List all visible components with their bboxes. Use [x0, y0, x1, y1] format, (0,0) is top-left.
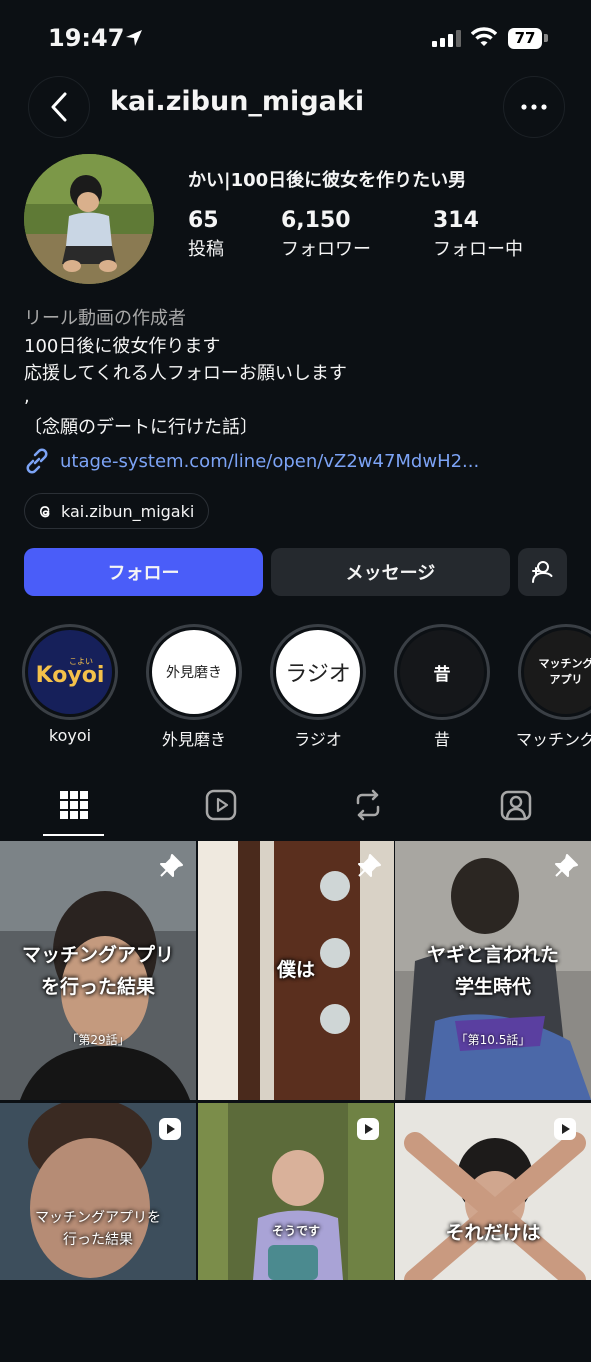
pin-icon: [553, 853, 579, 879]
profile-avatar[interactable]: [24, 154, 154, 284]
reels-icon: [205, 789, 237, 821]
post-3-subtitle: 「第10.5話」: [395, 1031, 591, 1048]
highlight-past-label: 昔: [382, 726, 502, 750]
follow-button[interactable]: フォロー: [24, 548, 263, 596]
profile-category: リール動画の作成者: [24, 304, 186, 330]
highlight-appearance-label: 外見磨き: [134, 726, 254, 750]
bio-line-4: 〔念願のデートに行けた話〕: [24, 413, 258, 439]
highlight-appearance[interactable]: 外見磨き: [146, 624, 242, 720]
highlight-koyoi-cover: こよい Koyoi: [28, 630, 112, 714]
wifi-icon: [471, 26, 497, 48]
tab-tagged[interactable]: [497, 786, 535, 824]
post-1-title: マッチングアプリ を行った結果: [0, 939, 196, 1003]
profile-link[interactable]: utage-system.com/line/open/vZ2w47MdwH2..…: [24, 448, 479, 474]
threads-handle: kai.zibun_migaki: [61, 502, 194, 521]
highlight-matching-cover: マッチング アプリ: [524, 630, 591, 714]
highlight-appearance-cover: 外見磨き: [152, 630, 236, 714]
pin-icon: [158, 853, 184, 879]
stat-following-count: 314: [433, 208, 523, 233]
highlight-koyoi-label: koyoi: [10, 726, 130, 745]
stat-followers-label: フォロワー: [281, 235, 371, 261]
active-tab-indicator: [43, 834, 104, 836]
location-arrow-icon: [124, 28, 144, 48]
highlight-past-cover: 昔: [400, 630, 484, 714]
message-button[interactable]: メッセージ: [271, 548, 510, 596]
stat-followers-count: 6,150: [281, 208, 371, 233]
header-username: kai.zibun_migaki: [110, 86, 364, 117]
cellular-signal-icon: [432, 30, 461, 47]
bio-line-2: 応援してくれる人フォローお願いします: [24, 359, 347, 385]
highlight-koyoi[interactable]: こよい Koyoi: [22, 624, 118, 720]
highlight-radio-label: ラジオ: [258, 726, 378, 750]
stat-posts-label: 投稿: [188, 235, 224, 261]
highlight-past[interactable]: 昔: [394, 624, 490, 720]
post-2-title: 僕は: [198, 954, 394, 986]
post-1-subtitle: 「第29話」: [0, 1031, 196, 1048]
more-horizontal-icon: [521, 104, 547, 110]
more-options-button[interactable]: [503, 76, 565, 138]
highlight-radio-cover-text: ラジオ: [285, 656, 351, 688]
battery-tip: [544, 34, 548, 42]
grid-post-5[interactable]: そうです: [198, 1103, 394, 1362]
threads-icon: [37, 503, 53, 519]
stat-following-label: フォロー中: [433, 235, 523, 261]
highlight-radio[interactable]: ラジオ: [270, 624, 366, 720]
status-time: 19:47: [48, 24, 124, 52]
tab-reposts[interactable]: [349, 786, 387, 824]
highlight-koyoi-cover-text: Koyoi: [36, 663, 105, 688]
highlight-appearance-cover-text: 外見磨き: [166, 662, 222, 682]
reposts-icon: [353, 789, 383, 821]
bio-line-3: ,: [24, 386, 30, 407]
threads-badge[interactable]: kai.zibun_migaki: [24, 493, 209, 529]
post-3-title: ヤギと言われた 学生時代: [395, 939, 591, 1003]
chevron-left-icon: [50, 92, 68, 122]
stat-posts[interactable]: 65 投稿: [188, 208, 224, 261]
avatar-photo: [24, 154, 154, 284]
highlight-matching-cover-text: マッチング アプリ: [539, 656, 591, 688]
add-user-icon: [530, 560, 556, 584]
stat-posts-count: 65: [188, 208, 224, 233]
tab-reels[interactable]: [202, 786, 240, 824]
bio-line-1: 100日後に彼女作ります: [24, 332, 220, 358]
stat-followers[interactable]: 6,150 フォロワー: [281, 208, 371, 261]
profile-full-name: かい|100日後に彼女を作りたい男: [188, 166, 466, 192]
grid-post-1[interactable]: マッチングアプリ を行った結果 「第29話」: [0, 841, 196, 1100]
profile-link-text: utage-system.com/line/open/vZ2w47MdwH2..…: [60, 451, 479, 472]
reel-icon: [553, 1117, 577, 1141]
post-5-title: そうです: [198, 1221, 394, 1241]
highlight-past-cover-text: 昔: [434, 660, 451, 685]
pin-icon: [356, 853, 382, 879]
reel-icon: [356, 1117, 380, 1141]
suggested-users-button[interactable]: [518, 548, 567, 596]
back-button[interactable]: [28, 76, 90, 138]
grid-post-4[interactable]: マッチングアプリを 行った結果: [0, 1103, 196, 1362]
tab-posts-grid[interactable]: [55, 786, 93, 824]
grid-icon: [60, 791, 88, 819]
battery-level: 77: [508, 28, 542, 49]
highlight-radio-cover: ラジオ: [276, 630, 360, 714]
highlight-matching[interactable]: マッチング アプリ: [518, 624, 591, 720]
reel-icon: [158, 1117, 182, 1141]
stat-following[interactable]: 314 フォロー中: [433, 208, 523, 261]
grid-post-3[interactable]: ヤギと言われた 学生時代 「第10.5話」: [395, 841, 591, 1100]
post-6-title: それだけは: [395, 1217, 591, 1249]
post-4-title: マッチングアプリを 行った結果: [0, 1207, 196, 1251]
link-icon: [24, 448, 50, 474]
highlight-matching-label: マッチング: [516, 726, 591, 750]
tagged-icon: [500, 789, 532, 821]
grid-post-6[interactable]: それだけは: [395, 1103, 591, 1362]
grid-post-2[interactable]: 僕は: [198, 841, 394, 1100]
